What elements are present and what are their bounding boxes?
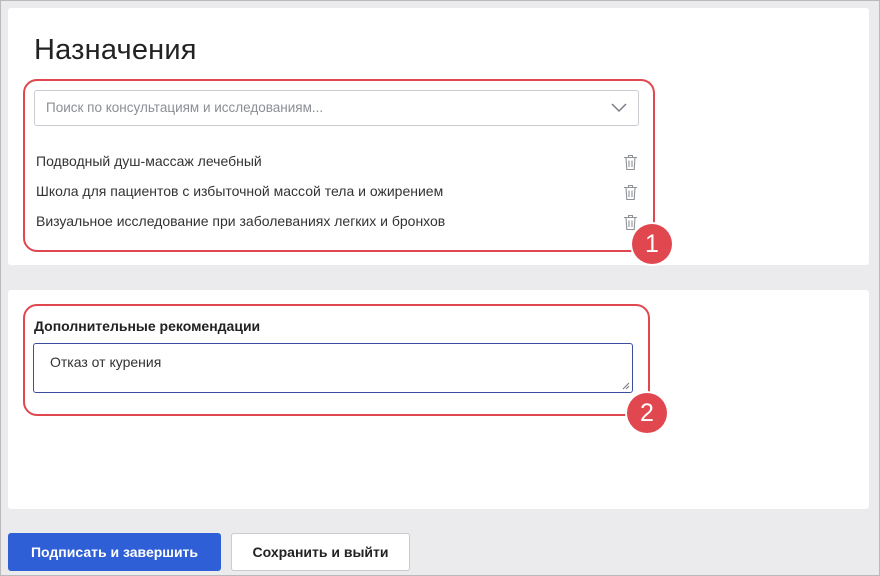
trash-icon[interactable] (623, 214, 638, 231)
appointment-label: Визуальное исследование при заболеваниях… (36, 213, 446, 229)
search-placeholder: Поиск по консультациям и исследованиям..… (46, 100, 324, 115)
callout-badge-1: 1 (632, 224, 672, 264)
resize-grip-icon[interactable] (622, 382, 630, 390)
appointment-label: Школа для пациентов с избыточной массой … (36, 183, 444, 199)
appointment-label: Подводный душ-массаж лечебный (36, 153, 262, 169)
chevron-down-icon[interactable] (610, 100, 628, 114)
recommendations-card: Дополнительные рекомендации Отказ от кур… (8, 290, 869, 509)
page-title: Назначения (34, 34, 197, 66)
save-and-exit-button[interactable]: Сохранить и выйти (231, 533, 410, 571)
list-item: Школа для пациентов с избыточной массой … (36, 183, 443, 199)
appointments-card: Назначения Поиск по консультациям и иссл… (8, 8, 869, 265)
callout-badge-2: 2 (627, 393, 667, 433)
list-item: Подводный душ-массаж лечебный (36, 153, 262, 169)
search-select[interactable]: Поиск по консультациям и исследованиям..… (34, 90, 639, 126)
recommendations-value: Отказ от курения (50, 354, 162, 370)
recommendations-label: Дополнительные рекомендации (34, 318, 261, 334)
sign-and-finish-button[interactable]: Подписать и завершить (8, 533, 221, 571)
list-item: Визуальное исследование при заболеваниях… (36, 213, 445, 229)
trash-icon[interactable] (623, 184, 638, 201)
recommendations-textarea[interactable]: Отказ от курения (33, 343, 633, 393)
trash-icon[interactable] (623, 154, 638, 171)
